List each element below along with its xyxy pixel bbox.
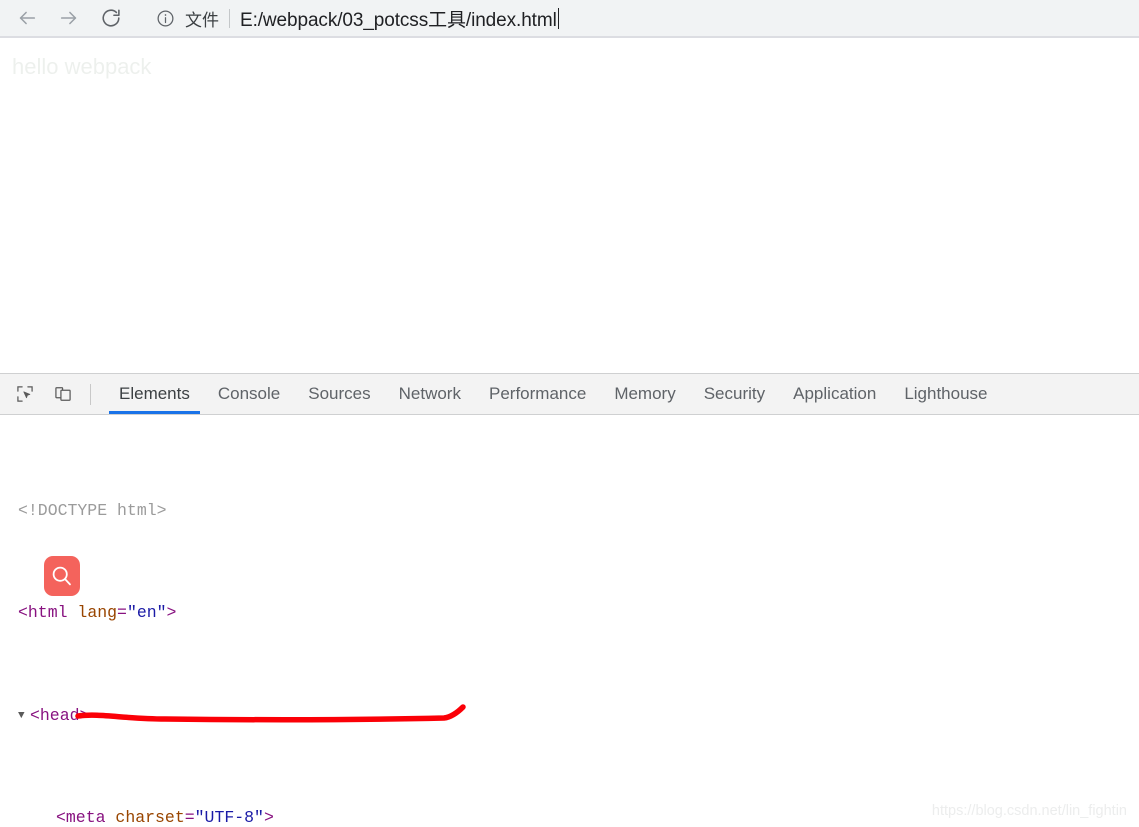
tab-application[interactable]: Application xyxy=(779,374,890,414)
inspect-cursor-icon xyxy=(17,386,33,402)
dom-line-head[interactable]: ▼ <head> xyxy=(0,703,1139,729)
info-circle-icon xyxy=(157,10,173,26)
address-bar[interactable]: 文件 E:/webpack/03_potcss工具/index.html xyxy=(150,3,1139,33)
reload-button[interactable] xyxy=(94,1,128,35)
tag-name: head xyxy=(39,705,80,725)
tab-performance[interactable]: Performance xyxy=(475,374,600,414)
tab-label: Elements xyxy=(119,384,190,403)
page-info-icon[interactable] xyxy=(152,5,178,31)
tabbar-divider xyxy=(90,383,91,405)
tab-label: Console xyxy=(217,384,281,403)
tab-label: Memory xyxy=(614,384,676,403)
reload-icon xyxy=(102,9,120,27)
tag-name: meta xyxy=(65,807,106,827)
tab-label: Lighthouse xyxy=(904,384,988,403)
arrow-right-icon xyxy=(60,11,77,25)
expand-triangle-icon[interactable]: ▼ xyxy=(18,704,30,730)
security-label: 文件 xyxy=(185,10,219,30)
attr-value: "en" xyxy=(126,603,167,623)
attr-name: charset xyxy=(115,807,185,827)
url-text-caret xyxy=(557,7,559,29)
tab-sources[interactable]: Sources xyxy=(294,374,384,414)
device-toolbar-icon xyxy=(55,387,71,401)
doctype-text: <!DOCTYPE html> xyxy=(18,500,167,520)
devtools-panel: Elements Console Sources Network Perform… xyxy=(0,373,1139,827)
inspect-element-button[interactable] xyxy=(10,380,40,408)
attr-value: "UTF-8" xyxy=(194,807,264,827)
tab-lighthouse[interactable]: Lighthouse xyxy=(890,374,1001,414)
tab-memory[interactable]: Memory xyxy=(600,374,689,414)
dom-tree[interactable]: <!DOCTYPE html> <html lang="en"> ▼ <head>… xyxy=(0,415,1139,827)
search-magnifier-icon xyxy=(52,566,71,586)
page-content-text: hello webpack xyxy=(12,54,152,79)
back-button[interactable] xyxy=(10,1,44,35)
arrow-left-icon xyxy=(19,11,36,25)
tab-label: Application xyxy=(793,384,877,403)
tag-name: html xyxy=(27,603,68,623)
tab-network[interactable]: Network xyxy=(385,374,475,414)
device-toolbar-toggle[interactable] xyxy=(48,380,78,408)
tab-console[interactable]: Console xyxy=(204,374,294,414)
page-viewport: hello webpack xyxy=(0,40,1139,373)
devtools-tabbar: Elements Console Sources Network Perform… xyxy=(0,374,1139,415)
dom-line-html[interactable]: <html lang="en"> xyxy=(0,600,1139,626)
forward-button[interactable] xyxy=(52,1,86,35)
search-badge-overlay xyxy=(44,556,80,596)
tab-elements[interactable]: Elements xyxy=(105,374,204,414)
watermark: https://blog.csdn.net/lin_fightin xyxy=(931,803,1127,819)
dom-line-doctype[interactable]: <!DOCTYPE html> xyxy=(0,498,1139,524)
tab-security[interactable]: Security xyxy=(690,374,779,414)
tab-label: Network xyxy=(398,384,461,403)
browser-toolbar: 文件 E:/webpack/03_potcss工具/index.html xyxy=(0,0,1139,38)
tab-label: Security xyxy=(703,384,766,403)
tab-label: Sources xyxy=(308,384,371,403)
tab-label: Performance xyxy=(488,384,587,403)
attr-name: lang xyxy=(77,603,118,623)
url-text[interactable]: E:/webpack/03_potcss工具/index.html xyxy=(240,5,557,32)
omnibox-divider xyxy=(229,8,230,28)
